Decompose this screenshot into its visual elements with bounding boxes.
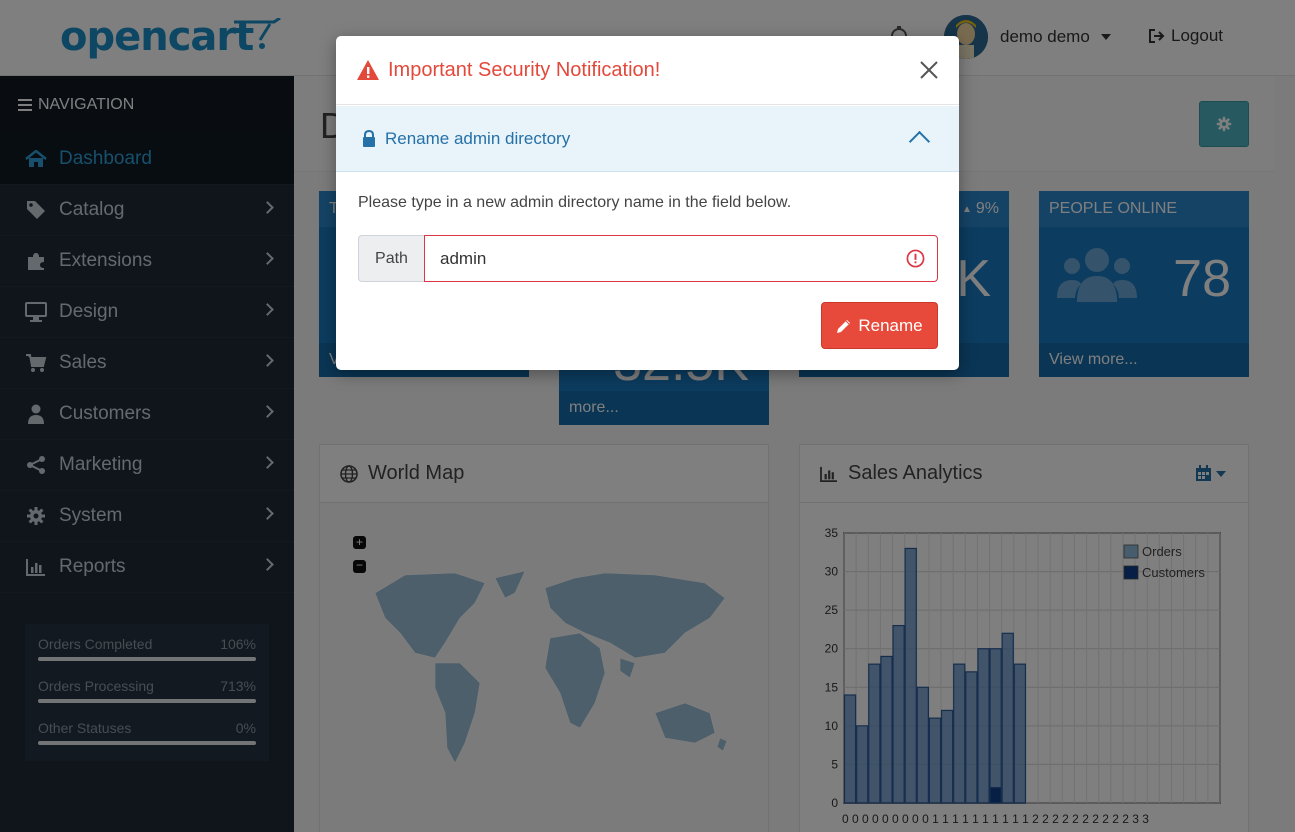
rename-admin-accordion[interactable]: Rename admin directory (336, 106, 959, 172)
lock-icon (363, 130, 375, 147)
security-notification-modal: Important Security Notification! Rename … (336, 36, 959, 370)
admin-path-input[interactable] (424, 235, 938, 282)
modal-header: Important Security Notification! (336, 36, 959, 105)
rename-description: Please type in a new admin directory nam… (358, 194, 792, 211)
pencil-icon (837, 319, 851, 333)
modal-title: Important Security Notification! (388, 58, 661, 81)
rename-label: Rename (858, 315, 923, 335)
rename-button[interactable]: Rename (821, 302, 938, 349)
path-input-group: Path (358, 235, 938, 282)
path-label: Path (358, 235, 424, 282)
warning-icon (357, 60, 379, 80)
chevron-up-icon (908, 130, 931, 153)
error-icon (906, 249, 925, 268)
close-icon[interactable] (919, 60, 939, 80)
accordion-label: Rename admin directory (385, 128, 571, 148)
